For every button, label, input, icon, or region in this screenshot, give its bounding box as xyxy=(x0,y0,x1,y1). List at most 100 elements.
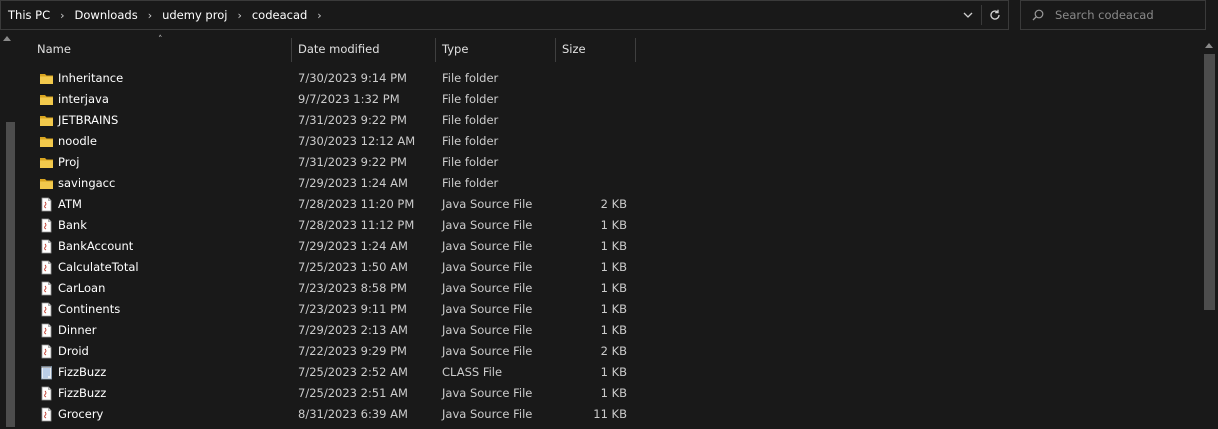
file-name: ATM xyxy=(58,197,82,211)
column-header-type[interactable]: Type xyxy=(437,34,555,64)
file-name: noodle xyxy=(58,134,97,148)
file-name: BankAccount xyxy=(58,239,134,253)
file-size: 1 KB xyxy=(600,323,627,337)
file-type: Java Source File xyxy=(442,281,533,295)
file-row[interactable]: BankAccount 7/29/2023 1:24 AM Java Source … xyxy=(21,236,1199,257)
file-type: Java Source File xyxy=(442,386,533,400)
file-name: savingacc xyxy=(58,176,116,190)
column-header-size[interactable]: Size xyxy=(557,34,635,64)
column-header-row: ˄ Name Date modified Type Size xyxy=(21,34,1199,64)
file-rows: Inheritance 7/30/2023 9:14 PM File folder i… xyxy=(21,68,1199,425)
breadcrumb-this-pc[interactable]: This PC xyxy=(5,8,53,22)
navigation-pane-scrollbar-thumb[interactable] xyxy=(6,122,15,427)
file-row[interactable]: savingacc 7/29/2023 1:24 AM File folder xyxy=(21,173,1199,194)
file-size: 1 KB xyxy=(600,239,627,253)
java-file-icon xyxy=(39,344,54,359)
file-type: Java Source File xyxy=(442,407,533,421)
file-type: File folder xyxy=(442,176,499,190)
breadcrumb-codeacad[interactable]: codeacad xyxy=(249,8,310,22)
breadcrumb-downloads[interactable]: Downloads xyxy=(72,8,141,22)
search-input[interactable] xyxy=(1055,8,1195,22)
column-divider[interactable] xyxy=(435,38,436,62)
breadcrumb-udemy-proj[interactable]: udemy proj xyxy=(159,8,230,22)
file-type: File folder xyxy=(442,134,499,148)
file-date-modified: 7/25/2023 2:51 AM xyxy=(298,386,408,400)
file-type: Java Source File xyxy=(442,260,533,274)
file-row[interactable]: ATM 7/28/2023 11:20 PM Java Source File 2 K… xyxy=(21,194,1199,215)
file-row[interactable]: Inheritance 7/30/2023 9:14 PM File folder xyxy=(21,68,1199,89)
file-row[interactable]: FizzBuzz 7/25/2023 2:52 AM CLASS File 1 KB xyxy=(21,362,1199,383)
breadcrumb-separator-icon[interactable]: › xyxy=(310,9,328,22)
file-date-modified: 7/30/2023 9:14 PM xyxy=(298,71,407,85)
file-row[interactable]: CarLoan 7/23/2023 8:58 PM Java Source File… xyxy=(21,278,1199,299)
file-size: 1 KB xyxy=(600,281,627,295)
file-row[interactable]: CalculateTotal 7/25/2023 1:50 AM Java Sour… xyxy=(21,257,1199,278)
scrollbar-thumb[interactable] xyxy=(1204,54,1215,310)
search-box[interactable] xyxy=(1020,0,1206,30)
file-name: CalculateTotal xyxy=(58,260,139,274)
file-row[interactable]: FizzBuzz 7/25/2023 2:51 AM Java Source Fil… xyxy=(21,383,1199,404)
file-name: Droid xyxy=(58,344,89,358)
java-file-icon xyxy=(39,218,54,233)
file-row[interactable]: noodle 7/30/2023 12:12 AM File folder xyxy=(21,131,1199,152)
file-name: FizzBuzz xyxy=(58,386,107,400)
file-type: Java Source File xyxy=(442,323,533,337)
file-type: Java Source File xyxy=(442,218,533,232)
file-row[interactable]: Continents 7/23/2023 9:11 PM Java Source F… xyxy=(21,299,1199,320)
breadcrumb-separator-icon[interactable]: › xyxy=(141,9,159,22)
search-icon xyxy=(1021,9,1055,21)
vertical-scrollbar[interactable] xyxy=(1200,34,1218,427)
file-date-modified: 7/23/2023 9:11 PM xyxy=(298,302,407,316)
refresh-icon xyxy=(990,9,1000,20)
folder-icon xyxy=(39,92,54,107)
file-type: File folder xyxy=(442,113,499,127)
file-size: 1 KB xyxy=(600,218,627,232)
file-date-modified: 7/29/2023 1:24 AM xyxy=(298,239,408,253)
file-size: 1 KB xyxy=(600,365,627,379)
file-size: 1 KB xyxy=(600,302,627,316)
file-row[interactable]: Bank 7/28/2023 11:12 PM Java Source File 1 … xyxy=(21,215,1199,236)
column-header-name[interactable]: Name xyxy=(32,34,291,64)
file-name: CarLoan xyxy=(58,281,106,295)
file-row[interactable]: Grocery 8/31/2023 6:39 AM Java Source File… xyxy=(21,404,1199,425)
file-row[interactable]: JETBRAINS 7/31/2023 9:22 PM File folder xyxy=(21,110,1199,131)
breadcrumb: This PC › Downloads › udemy proj › codea… xyxy=(1,8,955,22)
file-date-modified: 7/29/2023 1:24 AM xyxy=(298,176,408,190)
file-name: Dinner xyxy=(58,323,97,337)
file-row[interactable]: Proj 7/31/2023 9:22 PM File folder xyxy=(21,152,1199,173)
scroll-up-icon[interactable] xyxy=(3,36,11,41)
file-size xyxy=(561,110,627,131)
file-type: CLASS File xyxy=(442,365,503,379)
breadcrumb-separator-icon[interactable]: › xyxy=(230,9,248,22)
file-date-modified: 7/28/2023 11:12 PM xyxy=(298,218,415,232)
folder-icon xyxy=(39,155,54,170)
file-date-modified: 8/31/2023 6:39 AM xyxy=(298,407,408,421)
file-size: 2 KB xyxy=(600,197,627,211)
file-date-modified: 7/28/2023 11:20 PM xyxy=(298,197,415,211)
file-size xyxy=(561,131,627,152)
file-date-modified: 7/30/2023 12:12 AM xyxy=(298,134,416,148)
java-file-icon xyxy=(39,260,54,275)
file-date-modified: 7/25/2023 2:52 AM xyxy=(298,365,408,379)
file-date-modified: 7/31/2023 9:22 PM xyxy=(298,113,407,127)
column-divider[interactable] xyxy=(555,38,556,62)
file-row[interactable]: Dinner 7/29/2023 2:13 AM Java Source File 1… xyxy=(21,320,1199,341)
file-size xyxy=(561,152,627,173)
file-date-modified: 7/31/2023 9:22 PM xyxy=(298,155,407,169)
file-list: ˄ Name Date modified Type Size Inheritan… xyxy=(21,34,1199,427)
refresh-button[interactable] xyxy=(982,1,1008,29)
java-file-icon xyxy=(39,407,54,422)
file-size: 1 KB xyxy=(600,260,627,274)
file-row[interactable]: interjava 9/7/2023 1:32 PM File folder xyxy=(21,89,1199,110)
history-dropdown-button[interactable] xyxy=(955,1,981,29)
file-date-modified: 7/22/2023 9:29 PM xyxy=(298,344,407,358)
column-divider[interactable] xyxy=(635,38,636,62)
address-bar[interactable]: This PC › Downloads › udemy proj › codea… xyxy=(0,0,1009,30)
file-name: Proj xyxy=(58,155,80,169)
column-divider[interactable] xyxy=(291,38,292,62)
scroll-up-icon[interactable] xyxy=(1205,43,1213,48)
file-row[interactable]: Droid 7/22/2023 9:29 PM Java Source File 2 … xyxy=(21,341,1199,362)
breadcrumb-separator-icon[interactable]: › xyxy=(53,9,71,22)
navigation-pane xyxy=(0,34,17,427)
column-header-date-modified[interactable]: Date modified xyxy=(293,34,435,64)
